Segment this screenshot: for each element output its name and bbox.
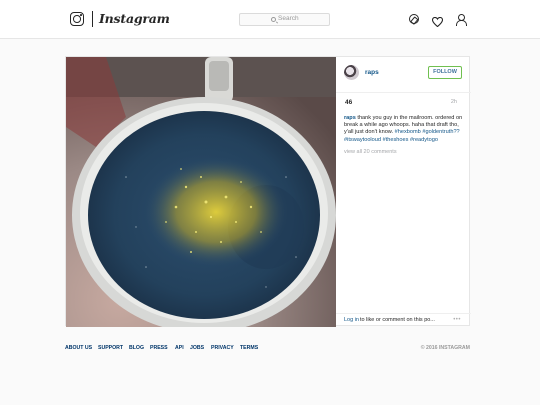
footer-link-api[interactable]: API	[175, 345, 184, 351]
activity-heart-icon[interactable]	[431, 14, 444, 28]
hashtag-link[interactable]: #theshoes	[383, 137, 409, 143]
instagram-camera-icon[interactable]	[70, 12, 84, 26]
footer-link-about-us[interactable]: ABOUT US	[65, 345, 92, 351]
search-input[interactable]: Search	[239, 13, 330, 26]
footer-link-blog[interactable]: BLOG	[129, 345, 144, 351]
caption-username[interactable]: raps	[344, 115, 356, 121]
hashtag-link[interactable]: #hexbomb	[395, 129, 421, 135]
explore-compass-icon[interactable]	[409, 14, 419, 24]
comment-bar: Log in to like or comment on this po... …	[336, 313, 471, 327]
profile-icon[interactable]	[455, 14, 467, 26]
login-link[interactable]: Log in	[344, 317, 359, 323]
instagram-wordmark[interactable]: Instagram	[99, 11, 170, 26]
more-options-icon[interactable]: •••	[453, 317, 461, 323]
footer-link-terms[interactable]: TERMS	[240, 345, 258, 351]
post-sidebar: raps FOLLOW 46 2h raps thank you guy in …	[336, 57, 471, 327]
footer-link-press[interactable]: PRESS	[150, 345, 168, 351]
hashtag-link[interactable]: #goldentruth??	[422, 129, 459, 135]
post-caption: raps thank you guy in the mailroom. orde…	[344, 115, 468, 144]
hashtag-link[interactable]: #readytogo	[410, 137, 438, 143]
like-count[interactable]: 46	[345, 99, 352, 106]
post-card: raps FOLLOW 46 2h raps thank you guy in …	[65, 56, 471, 327]
search-placeholder: Search	[278, 15, 299, 22]
follow-button[interactable]: FOLLOW	[428, 66, 462, 79]
search-icon	[271, 17, 276, 22]
top-nav: Instagram Search	[0, 0, 540, 39]
post-photo[interactable]	[66, 57, 336, 327]
login-prompt-text: to like or comment on this po...	[360, 317, 435, 323]
avatar[interactable]	[344, 65, 359, 80]
hashtag-link[interactable]: #itswaytooloud	[344, 137, 381, 143]
footer-link-support[interactable]: SUPPORT	[98, 345, 123, 351]
post-username[interactable]: raps	[365, 69, 379, 76]
footer-link-jobs[interactable]: JOBS	[190, 345, 204, 351]
page-footer: ABOUT US SUPPORT BLOG PRESS API JOBS PRI…	[65, 345, 470, 357]
view-all-comments-link[interactable]: view all 20 comments	[344, 149, 397, 155]
footer-link-privacy[interactable]: PRIVACY	[211, 345, 234, 351]
post-time[interactable]: 2h	[451, 99, 457, 105]
post-header: raps FOLLOW	[336, 57, 471, 93]
copyright: © 2016 INSTAGRAM	[420, 345, 470, 351]
logo-divider	[92, 11, 93, 27]
